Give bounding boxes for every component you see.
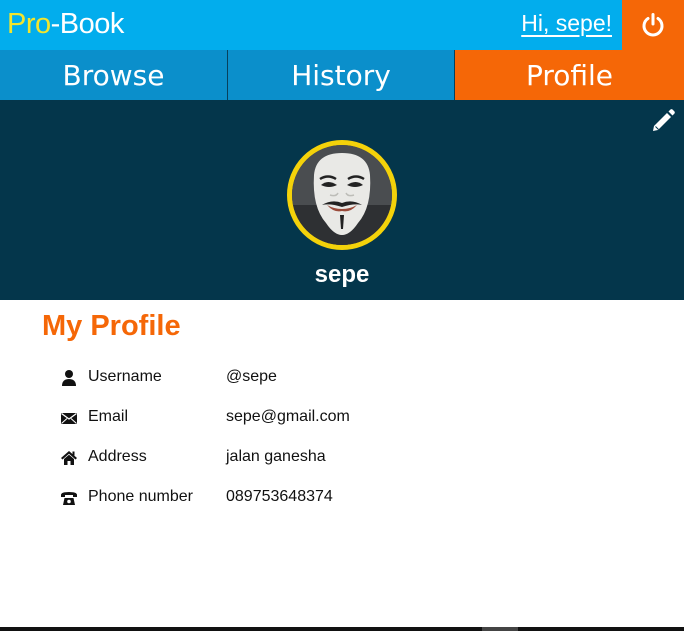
tab-history[interactable]: History [228, 50, 455, 100]
scrollbar-thumb[interactable] [482, 627, 518, 631]
field-email: Email sepe@gmail.com [60, 406, 560, 430]
phone-icon [61, 492, 77, 505]
home-icon [61, 451, 77, 465]
field-label: Username [88, 368, 162, 385]
envelope-icon [61, 412, 77, 424]
field-value: 089753648374 [226, 488, 333, 505]
user-icon [62, 370, 76, 386]
field-address: Address jalan ganesha [60, 446, 560, 470]
brand-book: -Book [50, 8, 125, 40]
tab-browse[interactable]: Browse [0, 50, 228, 100]
brand-pro: Pro [7, 8, 51, 40]
field-value: jalan ganesha [226, 448, 326, 465]
power-icon [642, 13, 664, 37]
field-label: Email [88, 408, 129, 425]
field-label: Phone number [88, 488, 193, 505]
bottom-edge [0, 627, 684, 631]
tab-profile[interactable]: Profile [455, 50, 684, 100]
field-username: Username @sepe [60, 366, 560, 390]
field-label: Address [88, 448, 147, 465]
top-bar: Pro-Book Hi, sepe! [0, 0, 684, 50]
field-value: sepe@gmail.com [226, 408, 350, 425]
nav-tabs: Browse History Profile [0, 50, 684, 100]
avatar [287, 140, 397, 250]
field-phone: Phone number 089753648374 [60, 486, 560, 510]
profile-display-name: sepe [314, 261, 370, 288]
edit-profile-button[interactable] [650, 107, 676, 133]
logout-button[interactable] [622, 0, 684, 50]
mask-avatar-image [292, 145, 392, 245]
app-window: Pro-Book Hi, sepe! Browse History Profil… [0, 0, 684, 627]
pencil-icon [653, 109, 675, 131]
field-value: @sepe [226, 368, 277, 385]
profile-header: sepe [0, 100, 684, 300]
brand-logo[interactable]: Pro-Book [7, 8, 124, 40]
section-title: My Profile [42, 310, 181, 342]
greeting-link[interactable]: Hi, sepe! [521, 10, 612, 37]
